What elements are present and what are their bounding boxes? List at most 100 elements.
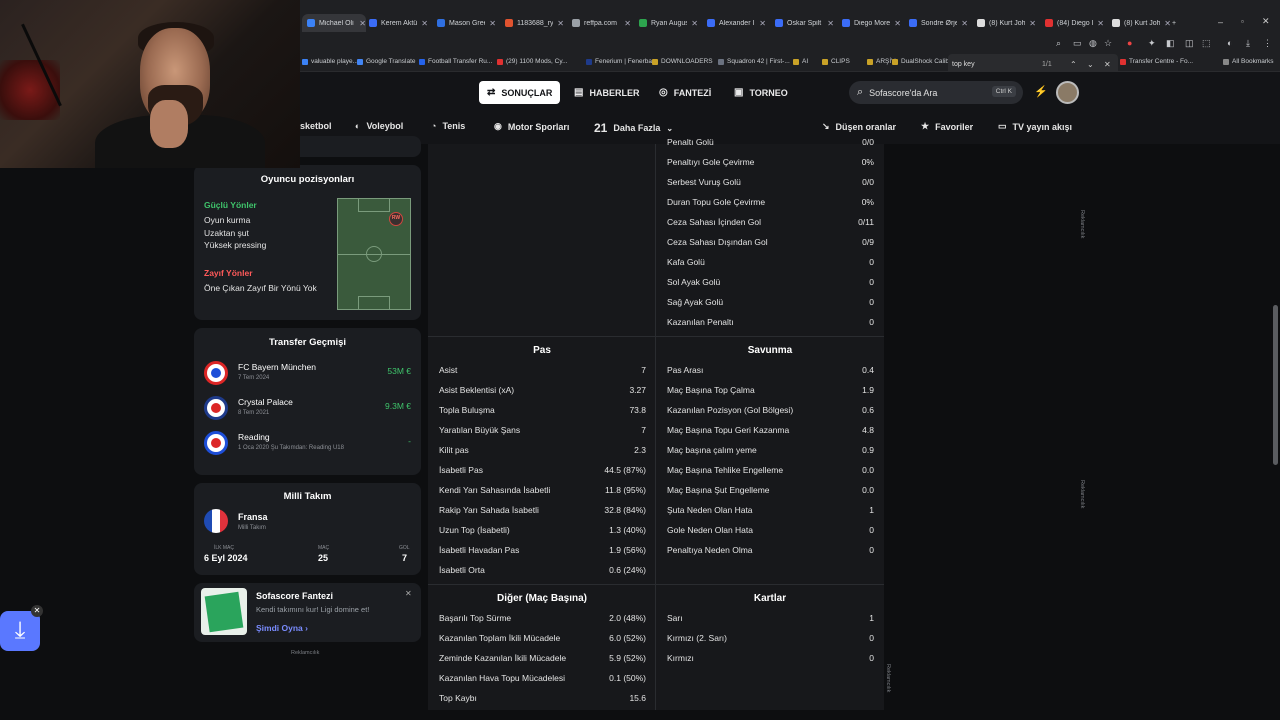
browser-tab[interactable]: (8) Kurt Joh ✕ [1107,14,1171,32]
tab-close-icon[interactable]: ✕ [691,19,698,28]
browser-tab[interactable]: Alexander I ✕ [702,14,766,32]
search-input[interactable]: Sofascore'da Ara [869,88,937,98]
transfer-fee: - [408,436,411,446]
browser-tab[interactable]: (8) Kurt Joh ✕ [972,14,1036,32]
browser-tab[interactable]: 1183688_ry ✕ [500,14,564,32]
page-scrollbar[interactable] [1273,305,1278,465]
tab-favicon-icon [1112,19,1120,27]
browser-tab[interactable]: (84) Diego I ✕ [1040,14,1104,32]
avatar[interactable] [1056,81,1079,104]
stat-label: Kendi Yarı Sahasında İsabetli [439,485,551,495]
download-close-icon[interactable]: ✕ [31,605,43,617]
right-nav-item[interactable]: ▭ TV yayın akışı [998,121,1072,132]
bookmark-item[interactable]: Squadron 42 | First-... [718,58,790,65]
tab-close-icon[interactable]: ✕ [489,19,496,28]
find-next-icon[interactable]: ⌄ [1087,60,1094,69]
sport-tab[interactable]: ◉ Motor Sporları [494,121,569,132]
tab-close-icon[interactable]: ✕ [1029,19,1036,28]
download-app-button[interactable]: ⤓ [0,611,40,651]
browser-tab[interactable]: Michael Oli ✕ [302,14,366,32]
nav-icon: ⇄ [487,87,496,98]
find-close-icon[interactable]: ✕ [1104,60,1111,69]
minimize-icon[interactable]: – [1218,17,1223,27]
find-input[interactable]: top key [952,61,975,68]
goals-label: GOL [399,545,410,551]
transfer-club[interactable]: FC Bayern München [238,362,316,372]
browser-tab[interactable]: Kerem Aktü ✕ [364,14,428,32]
browser-tab[interactable]: Sondre Ørje ✕ [904,14,968,32]
nav-tab-haberler[interactable]: ▤ HABERLER [566,81,647,104]
extension-icon[interactable]: ◍ [1089,38,1097,49]
maximize-icon[interactable]: ▫ [1241,17,1244,26]
bookmark-item[interactable]: Transfer Centre - Fo... [1120,58,1193,65]
tab-close-icon[interactable]: ✕ [961,19,968,28]
browser-tab[interactable]: Mason Gree ✕ [432,14,496,32]
tab-close-icon[interactable]: ✕ [827,19,834,28]
tab-close-icon[interactable]: ✕ [624,19,631,28]
tab-close-icon[interactable]: ✕ [421,19,428,28]
browser-tab[interactable]: Ryan Augus ✕ [634,14,698,32]
bookmark-icon [822,58,828,65]
tab-close-icon[interactable]: ✕ [1164,19,1171,28]
goals-value: 7 [402,553,408,563]
bolt-icon[interactable]: ⚡ [1034,85,1048,98]
download-icon: ⤓ [14,617,26,644]
downloads-icon[interactable]: ⤓ [1246,38,1250,49]
bookmark-item[interactable]: Football Transfer Ru... [419,58,492,65]
tab-favicon-icon [977,19,985,27]
sport-tab[interactable]: 21 Daha Fazla ⌄ [594,121,673,135]
bookmark-item[interactable]: valuable playe... [302,58,358,65]
extension-icon-3[interactable]: ◧ [1166,38,1175,49]
nav-tab-torneo[interactable]: ▣ TORNEO [726,81,796,104]
transfer-club[interactable]: Crystal Palace [238,397,293,407]
bookmark-item[interactable]: DualShock Calib [892,58,949,65]
extension-icon-2[interactable]: ✦ [1148,38,1156,49]
tab-close-icon[interactable]: ✕ [557,19,564,28]
nav-tab-sonuçlar[interactable]: ⇄ SONUÇLAR [479,81,561,104]
close-icon[interactable]: ✕ [405,589,412,598]
transfer-date: 8 Tem 2021 [238,410,270,416]
stat-label: İsabetli Pas [439,465,483,475]
search-box[interactable]: ⌕ Sofascore'da Ara Ctrl K [849,81,1023,104]
cast-icon[interactable]: ▭ [1073,38,1082,49]
nav-label: SONUÇLAR [501,87,553,98]
nav-tab-fantezi̇[interactable]: ◎ FANTEZİ [651,81,719,104]
tab-close-icon[interactable]: ✕ [759,19,766,28]
tab-close-icon[interactable]: ✕ [894,19,901,28]
menu-dots-icon[interactable]: ⋮ [1263,38,1272,49]
close-window-icon[interactable]: ✕ [1262,16,1270,27]
sport-tab[interactable]: sketbol [300,121,332,131]
defense-title: Savunma [747,345,793,356]
bookmark-item[interactable]: DOWNLOADERS [652,58,713,65]
profile-icon[interactable]: ◐ [1227,38,1232,48]
zoom-icon[interactable]: ⌕ [1056,38,1061,49]
sport-tab[interactable]: ◔ Tenis [431,121,465,131]
bookmark-item[interactable]: AI [793,58,808,65]
bookmark-item[interactable]: Fenerium | Fenerba... [586,58,657,65]
browser-tab[interactable]: Oskar Spilt ✕ [770,14,834,32]
puzzle-icon[interactable]: ⬚ [1202,38,1211,49]
stat-value: 0.0 [862,465,874,475]
ad-label: Reklamcılık [291,650,320,656]
extension-red-icon[interactable]: ● [1127,38,1132,48]
right-nav-item[interactable]: ↘ Düşen oranlar [822,121,896,132]
fantasy-cta[interactable]: Şimdi Oyna › [256,623,308,633]
bookmark-item[interactable]: (29) 1100 Mods, Cy... [497,58,568,65]
find-prev-icon[interactable]: ⌃ [1070,60,1077,69]
bookmark-label: (29) 1100 Mods, Cy... [506,58,568,65]
sport-tab[interactable]: ◐ Voleybol [355,121,403,131]
star-bookmark-icon[interactable]: ☆ [1104,38,1112,49]
right-nav-item[interactable]: ★ Favoriler [921,121,973,132]
new-tab-button[interactable]: + [1172,14,1176,32]
bookmark-item[interactable]: Google Translate [357,58,416,65]
tab-close-icon[interactable]: ✕ [1097,19,1104,28]
browser-tab[interactable]: Diego More ✕ [837,14,901,32]
national-team-name[interactable]: Fransa [238,512,268,522]
extension-icon-4[interactable]: ◫ [1185,38,1194,49]
transfer-club[interactable]: Reading [238,432,270,442]
stat-label: Asist Beklentisi (xA) [439,385,515,395]
all-bookmarks[interactable]: All Bookmarks [1223,58,1274,65]
bookmark-item[interactable]: CLIPS [822,58,850,65]
tab-favicon-icon [639,19,647,27]
browser-tab[interactable]: reffpa.com ✕ [567,14,631,32]
